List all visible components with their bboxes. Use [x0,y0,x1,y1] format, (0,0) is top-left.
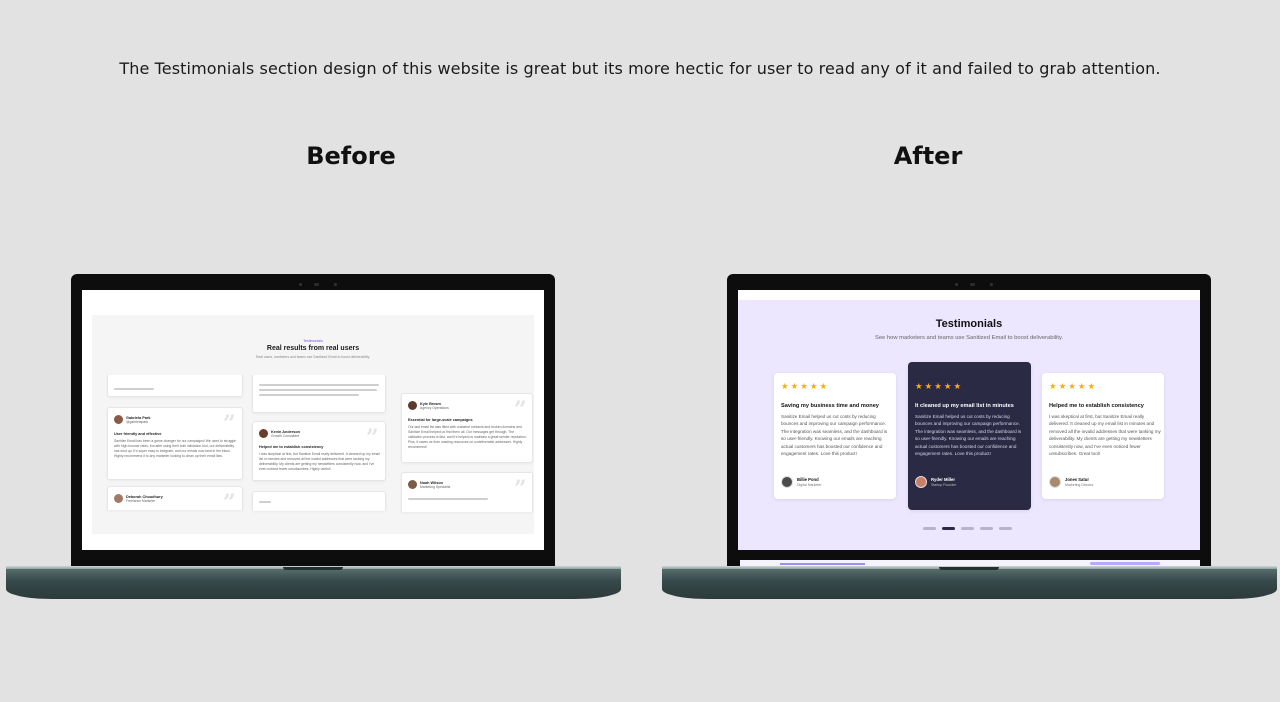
after-card-name: Ryder Miller [931,477,955,482]
before-card-title: Helped me to establish consistency [259,445,324,449]
text-line [408,498,488,500]
before-card-2: Deborah Choudhury Freelance Marketer ” [107,486,243,516]
after-title: Testimonials [935,318,1003,330]
before-card-role: Growth Consultant [271,434,300,438]
avatar [1049,476,1061,488]
avatar [408,401,417,410]
before-card-5: Noah Wilson Marketing Specialist ” [401,472,533,512]
avatar [114,494,123,503]
quote-icon: ” [366,425,379,451]
mic-icon [334,283,337,286]
reflection-bar [780,563,865,565]
trackpad-notch [939,567,999,570]
before-card-role: Marketing Specialist [420,485,451,489]
after-card-role: Marketing Director [1065,483,1094,487]
avatar [259,429,268,438]
before-card-role: Agency Operations [420,406,449,410]
star-rating-icon: ★★★★★ [1049,381,1098,391]
before-testimonials-section: Testimonials Real results from real user… [92,315,534,534]
before-subtitle: Real users, marketers and teams use Sani… [256,355,370,359]
after-card-body: I was skeptical at first, but Sanitize E… [1049,414,1161,457]
after-card-title: It cleaned up my email list in minutes [915,403,1014,409]
before-card-3: Kevin Anderson Growth Consultant ” Helpe… [252,421,386,481]
quote-icon: ” [223,490,236,516]
after-card-title: Saving my business time and money [781,403,879,409]
mic-icon [990,283,993,286]
carousel-dot-4[interactable] [980,527,993,530]
after-card-title: Helped me to establish consistency [1049,403,1144,409]
text-line [114,388,154,390]
quote-icon: ” [223,411,236,437]
before-eyebrow: Testimonials [303,339,323,343]
camera-icon [955,283,958,286]
before-card-title: Essential for large-scale campaigns [408,418,473,422]
after-screen: Testimonials See how marketers and teams… [738,290,1200,550]
before-card-4: Kyle Brown Agency Operations ” Essential… [401,393,533,463]
laptop-lid: Testimonials Real results from real user… [71,274,555,566]
after-card-role: Startup Founder [931,483,957,487]
avatar [781,476,793,488]
avatar [408,480,417,489]
after-card-2-active[interactable]: ★★★★★ It cleaned up my email list in min… [908,362,1031,510]
carousel-dot-5[interactable] [999,527,1012,530]
after-heading: After [893,142,963,170]
after-subtitle: See how marketers and teams use Sanitize… [874,335,1064,341]
avatar [114,415,123,424]
text-line [259,501,271,503]
reflection-bar [1090,562,1160,565]
camera-icon [299,283,302,286]
before-card-1: Gabriela Park @gabrielapark ” User frien… [107,407,243,480]
after-card-name: Billie Pond [797,477,819,482]
after-card-1: ★★★★★ Saving my business time and money … [774,373,896,499]
star-rating-icon: ★★★★★ [781,381,830,391]
after-card-name: Jones Satur [1065,477,1089,482]
before-card-body: Sanitize Email has been a game changer f… [114,439,236,458]
text-line [259,394,359,396]
before-card-role: Freelance Marketer [126,499,156,503]
carousel-dot-3[interactable] [961,527,974,530]
text-line [259,389,377,391]
after-card-3: ★★★★★ Helped me to establish consistency… [1042,373,1164,499]
carousel-dot-1[interactable] [923,527,936,530]
after-testimonials-section: Testimonials See how marketers and teams… [738,300,1200,550]
text-line [259,384,379,386]
avatar [915,476,927,488]
sensor-icon [970,283,975,286]
before-screen: Testimonials Real results from real user… [82,290,544,550]
quote-icon: ” [514,397,527,423]
star-rating-icon: ★★★★★ [915,381,964,391]
laptop-base [6,566,621,599]
after-card-role: Digital Marketer [797,483,822,487]
before-card-role: @gabrielapark [126,420,149,424]
before-card-partial-3 [252,491,386,511]
trackpad-notch [283,567,343,570]
before-heading: Before [306,142,396,170]
laptop-lid: Testimonials See how marketers and teams… [727,274,1211,566]
carousel-dot-2[interactable] [942,527,955,530]
carousel-dots [923,527,1012,530]
before-card-body: I was skeptical at first, but Sanitize E… [259,452,380,471]
laptop-base [662,566,1277,599]
after-card-body: Sanitize Email helped us cut costs by re… [781,414,888,457]
sensor-icon [314,283,319,286]
before-card-title: User friendly and effective [114,432,162,436]
description-caption: The Testimonials section design of this … [119,59,1161,78]
before-card-body: Our last email list was filled with outd… [408,425,527,449]
before-card-partial [107,375,243,397]
before-title: Real results from real users [266,345,360,352]
before-card-partial-2 [252,375,386,413]
after-card-body: Sanitize Email helped us cut costs by re… [915,414,1022,457]
quote-icon: ” [514,476,527,502]
